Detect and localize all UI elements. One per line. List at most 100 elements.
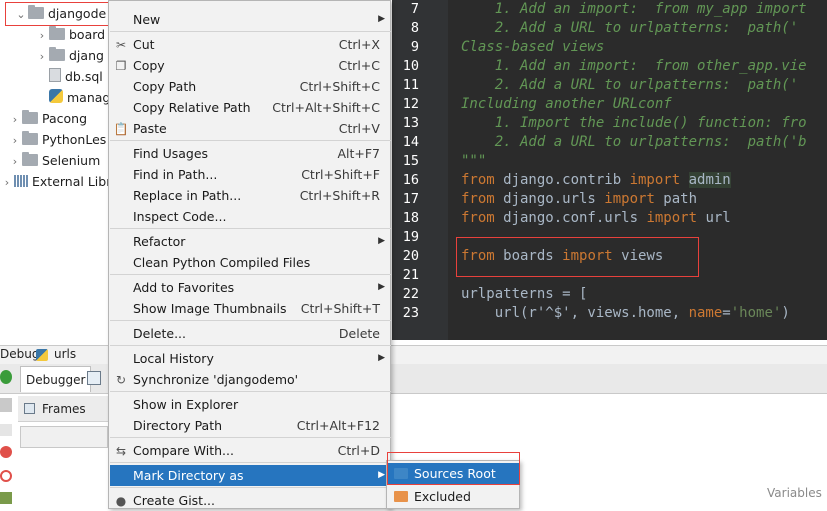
python-file-icon — [49, 89, 63, 103]
settings-icon[interactable] — [0, 492, 12, 504]
menu-item[interactable]: Local History ▶ — [110, 348, 391, 369]
submenu-item[interactable]: Excluded — [388, 486, 519, 507]
line-number: 19 — [402, 229, 419, 245]
menu-item[interactable]: ⇆ Compare With... Ctrl+D — [110, 440, 391, 461]
line-number: 12 — [402, 96, 419, 112]
menu-item-label: Show Image Thumbnails — [133, 301, 287, 316]
menu-item[interactable]: Replace in Path... Ctrl+Shift+R — [110, 185, 391, 206]
menu-item-label: Show in Explorer — [133, 397, 239, 412]
expand-arrow-icon[interactable]: › — [8, 130, 22, 151]
expand-arrow-icon[interactable]: › — [8, 151, 22, 172]
tree-item[interactable]: › External Libra — [0, 171, 119, 192]
code-token: Including another URLconf — [461, 96, 672, 112]
menu-item[interactable]: Copy Path Ctrl+Shift+C — [110, 76, 391, 97]
code-line: from django.urls import path — [461, 190, 697, 209]
tree-item[interactable]: › Pacong — [8, 108, 87, 129]
menu-item[interactable]: Add to Favorites ▶ — [110, 277, 391, 298]
code-line: 2. Add a URL to urlpatterns: path(' — [461, 19, 798, 38]
code-editor[interactable]: 7 8 9 10 11 12 13 14 15 16 17 18 19 20 21 22 23 1. Add a… — [392, 0, 827, 340]
menu-item-label: Directory Path — [133, 418, 223, 433]
pause-icon[interactable] — [0, 424, 12, 436]
breakpoints-icon[interactable] — [0, 446, 12, 458]
code-line: 1. Import the include() function: fro — [461, 114, 807, 133]
code-token: 2. Add a URL to urlpatterns: path('b — [461, 134, 807, 150]
menu-item-shortcut: Ctrl+V — [338, 121, 380, 136]
tree-item[interactable]: › Selenium — [8, 150, 100, 171]
tree-item[interactable]: › djang — [35, 45, 104, 66]
menu-item-shortcut: Ctrl+Alt+F12 — [296, 418, 380, 433]
line-number: 15 — [402, 153, 419, 169]
menu-item[interactable]: Delete... Delete — [110, 323, 391, 344]
submenu-arrow-icon: ▶ — [378, 353, 385, 363]
menu-item[interactable]: Inspect Code... — [110, 206, 391, 227]
code-token: path — [654, 191, 698, 207]
menu-separator — [110, 274, 391, 275]
expand-arrow-icon[interactable]: › — [8, 109, 22, 130]
menu-item[interactable]: Copy Relative Path Ctrl+Alt+Shift+C — [110, 97, 391, 118]
line-gutter: 7 8 9 10 11 12 13 14 15 16 17 18 19 20 21 22 23 — [392, 0, 448, 340]
code-token: url — [697, 210, 731, 226]
console-icon[interactable] — [87, 371, 101, 385]
menu-item-label: Inspect Code... — [133, 209, 227, 224]
line-number: 13 — [402, 115, 419, 131]
menu-item-label: Copy Path — [133, 79, 197, 94]
menu-item-shortcut: Ctrl+X — [338, 37, 380, 52]
menu-item[interactable]: Directory Path Ctrl+Alt+F12 — [110, 415, 391, 436]
tree-item[interactable]: db.sql — [35, 66, 103, 87]
line-number: 23 — [402, 305, 419, 321]
submenu-arrow-icon: ▶ — [378, 470, 385, 480]
tab-debugger-label: Debugger — [26, 373, 86, 387]
code-token: 1. Import the include() function: fro — [461, 115, 807, 131]
line-number: 10 — [402, 58, 419, 74]
tree-item-label: External Libra — [32, 174, 120, 189]
menu-item-shortcut: Ctrl+Shift+F — [301, 167, 380, 182]
compare-icon: ⇆ — [115, 444, 127, 458]
menu-item[interactable]: ✂ Cut Ctrl+X — [110, 34, 391, 55]
menu-item-shortcut: Ctrl+Shift+R — [299, 188, 380, 203]
menu-item-label: Paste — [133, 121, 167, 136]
menu-item[interactable]: Show Image Thumbnails Ctrl+Shift+T — [110, 298, 391, 319]
menu-item-shortcut: Ctrl+Alt+Shift+C — [272, 100, 380, 115]
tree-item[interactable]: › board — [35, 24, 105, 45]
tree-item[interactable]: manag — [35, 87, 110, 108]
menu-item-label: Compare With... — [133, 443, 234, 458]
menu-item[interactable]: Refactor ▶ — [110, 231, 391, 252]
code-line: urlpatterns = [ — [461, 285, 587, 304]
thread-selector[interactable] — [20, 426, 108, 448]
frames-icon — [24, 403, 35, 414]
code-token: django.conf.urls — [494, 210, 647, 226]
mute-breakpoints-icon[interactable] — [0, 470, 12, 482]
menu-item[interactable]: Mark Directory as ▶ — [110, 465, 391, 486]
expand-arrow-icon[interactable]: › — [35, 46, 49, 67]
menu-item-label: Copy — [133, 58, 165, 73]
frames-header: Frames — [18, 396, 108, 422]
tree-item[interactable]: › PythonLes — [8, 129, 106, 150]
menu-item[interactable]: ● Create Gist... — [110, 490, 391, 511]
menu-separator — [110, 320, 391, 321]
menu-item[interactable]: ↻ Synchronize 'djangodemo' — [110, 369, 391, 390]
menu-separator — [110, 228, 391, 229]
menu-item[interactable]: Find Usages Alt+F7 — [110, 143, 391, 164]
expand-arrow-icon[interactable]: › — [35, 25, 49, 46]
submenu-arrow-icon: ▶ — [378, 282, 385, 292]
annotation-box-import — [456, 237, 699, 277]
tree-item-label: db.sql — [65, 69, 103, 84]
menu-item-shortcut: Alt+F7 — [337, 146, 380, 161]
menu-item[interactable]: Clean Python Compiled Files — [110, 252, 391, 273]
tab-debugger[interactable]: Debugger — [20, 366, 92, 392]
expand-arrow-icon[interactable]: › — [0, 172, 14, 193]
menu-item[interactable]: ❐ Copy Ctrl+C — [110, 55, 391, 76]
scissors-icon: ✂ — [115, 38, 127, 52]
annotation-box-sources-root — [387, 452, 520, 485]
line-number: 21 — [402, 267, 419, 283]
code-line: 2. Add a URL to urlpatterns: path('b — [461, 133, 807, 152]
menu-item-label: Add to Favorites — [133, 280, 235, 295]
code-line: 1. Add an import: from my_app import — [461, 0, 807, 19]
tree-item-label: manag — [67, 90, 111, 105]
menu-item[interactable]: Find in Path... Ctrl+Shift+F — [110, 164, 391, 185]
menu-item[interactable]: New ▶ — [110, 9, 391, 30]
resume-icon[interactable] — [0, 370, 12, 384]
step-icon[interactable] — [0, 398, 12, 412]
menu-item[interactable]: 📋 Paste Ctrl+V — [110, 118, 391, 139]
menu-item[interactable]: Show in Explorer — [110, 394, 391, 415]
